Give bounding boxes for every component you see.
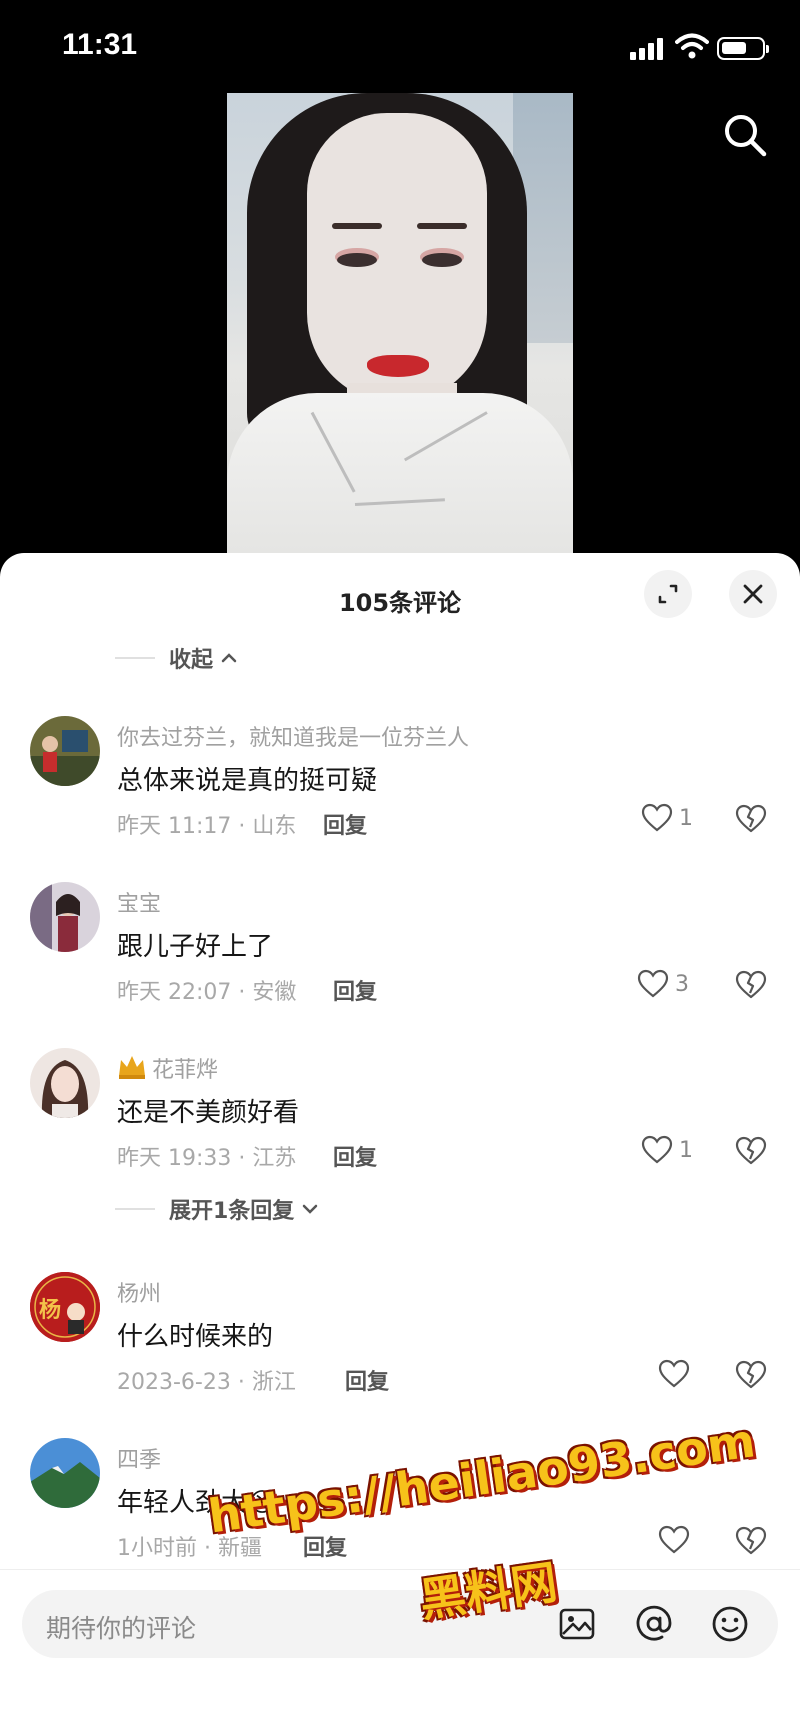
expand-label: 展开1条回复 (169, 1199, 295, 1224)
close-button[interactable] (729, 570, 777, 618)
broken-heart-icon[interactable] (735, 1525, 767, 1557)
comment-meta: 昨天 22:07 · 安徽 (117, 980, 297, 1005)
comments-panel: 105条评论 收起 你去过芬兰，就知道我是一位芬兰人 总体来说是真的挺可疑 昨天… (0, 553, 800, 1733)
like-count: 1 (679, 1138, 693, 1163)
broken-heart-icon[interactable] (735, 803, 767, 835)
like-button[interactable]: 3 (637, 968, 697, 1004)
reply-button[interactable]: 回复 (345, 1364, 389, 1396)
comment-item: 你去过芬兰，就知道我是一位芬兰人 总体来说是真的挺可疑 昨天 11:17 · 山… (0, 716, 800, 876)
collapse-replies-button[interactable]: 收起 (115, 638, 237, 678)
expand-panel-button[interactable] (644, 570, 692, 618)
broken-heart-icon[interactable] (735, 1135, 767, 1167)
reply-button[interactable]: 回复 (333, 1140, 377, 1172)
reply-button[interactable]: 回复 (303, 1530, 347, 1562)
comment-author[interactable]: 花菲烨 (152, 1052, 218, 1084)
status-time: 11:31 (62, 28, 138, 61)
chevron-up-icon (221, 653, 237, 663)
chevron-down-icon (303, 1204, 318, 1214)
avatar-surname: 杨 (39, 1297, 62, 1323)
comment-input-placeholder: 期待你的评论 (46, 1614, 197, 1643)
comment-author[interactable]: 四季 (117, 1442, 161, 1474)
like-button[interactable]: 1 (641, 802, 701, 838)
heart-icon (637, 969, 669, 998)
broken-heart-icon[interactable] (735, 969, 767, 1001)
cellular-signal-icon (630, 38, 664, 60)
comment-author[interactable]: 杨州 (117, 1276, 161, 1308)
comment-meta: 1小时前 · 新疆 (117, 1536, 262, 1561)
avatar[interactable] (30, 1048, 100, 1118)
mention-icon[interactable] (634, 1604, 674, 1644)
comment-input[interactable]: 期待你的评论 (22, 1590, 778, 1658)
expand-replies-button[interactable]: 展开1条回复 (115, 1189, 318, 1229)
expand-icon (658, 584, 678, 604)
like-count: 1 (679, 806, 693, 831)
video-player[interactable] (227, 93, 573, 553)
heart-icon (658, 1525, 690, 1554)
comment-text: 总体来说是真的挺可疑 (117, 766, 378, 796)
avatar[interactable] (30, 1438, 100, 1508)
reply-button[interactable]: 回复 (333, 974, 377, 1006)
comment-item: 花菲烨 还是不美颜好看 昨天 19:33 · 江苏 回复 1 (0, 1048, 800, 1208)
search-icon[interactable] (720, 110, 770, 160)
comment-item: 杨 杨州 什么时候来的 2023-6-23 · 浙江 回复 (0, 1272, 800, 1432)
comment-author[interactable]: 你去过芬兰，就知道我是一位芬兰人 (117, 720, 469, 752)
battery-icon (717, 37, 769, 60)
comment-text: 还是不美颜好看 (117, 1098, 300, 1128)
status-bar: 11:31 (0, 0, 800, 92)
like-button[interactable]: 1 (641, 1134, 701, 1170)
heart-icon (641, 1135, 673, 1164)
crown-icon (119, 1056, 145, 1079)
comment-meta: 2023-6-23 · 浙江 (117, 1370, 296, 1395)
avatar[interactable]: 杨 (30, 1272, 100, 1342)
comment-text: 跟儿子好上了 (117, 932, 274, 962)
collapse-label: 收起 (169, 648, 214, 673)
like-button[interactable] (658, 1358, 718, 1394)
heart-icon (641, 803, 673, 832)
emoji-icon[interactable] (710, 1604, 750, 1644)
broken-heart-icon[interactable] (735, 1359, 767, 1391)
image-icon[interactable] (557, 1604, 597, 1644)
avatar[interactable] (30, 716, 100, 786)
heart-icon (658, 1359, 690, 1388)
avatar[interactable] (30, 882, 100, 952)
like-count: 3 (675, 972, 689, 997)
comment-item: 宝宝 跟儿子好上了 昨天 22:07 · 安徽 回复 3 (0, 882, 800, 1042)
comment-input-bar: 期待你的评论 (0, 1569, 800, 1733)
comment-text: 什么时候来的 (117, 1322, 274, 1352)
like-button[interactable] (658, 1524, 718, 1560)
comment-text: 年轻人劲大😭 (117, 1488, 278, 1518)
comment-meta: 昨天 11:17 · 山东 (117, 814, 297, 839)
wifi-icon (675, 33, 709, 59)
comment-meta: 昨天 19:33 · 江苏 (117, 1146, 297, 1171)
comment-author[interactable]: 宝宝 (117, 886, 161, 918)
reply-button[interactable]: 回复 (323, 808, 367, 840)
close-icon (743, 584, 763, 604)
